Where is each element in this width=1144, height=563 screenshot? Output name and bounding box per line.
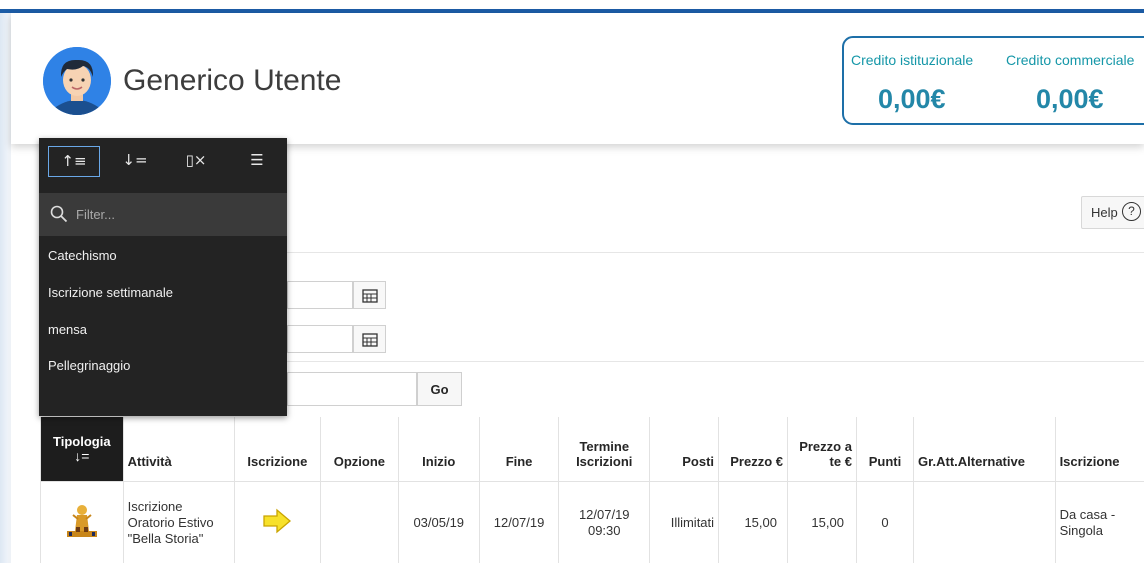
fine-cell: 12/07/19: [478, 481, 559, 563]
help-button-label: Help: [1091, 205, 1118, 220]
credit-istituzionale-label: Credito istituzionale: [851, 52, 974, 68]
column-header-gr-alternative[interactable]: Gr.Att.Alternative: [913, 417, 1056, 482]
page: Generico Utente Credito istituzionale Cr…: [0, 0, 1144, 563]
divider: [287, 361, 1144, 362]
avatar: [43, 47, 111, 115]
menu-filter-input[interactable]: Filter...: [39, 193, 287, 236]
inizio-cell: 03/05/19: [397, 481, 480, 563]
column-header-menu: ↑≡ ↓= ▯× ☰ Filter... Catechismo Iscrizio…: [39, 138, 287, 416]
date-from-calendar-button[interactable]: [353, 281, 386, 309]
left-edge: [0, 13, 11, 563]
sort-descending-icon[interactable]: ↓=: [109, 146, 161, 177]
punti-cell: 0: [855, 481, 914, 563]
menu-item-catechismo[interactable]: Catechismo: [48, 248, 117, 263]
column-header-inizio[interactable]: Inizio: [397, 417, 480, 482]
prezzo-cell: 15,00: [718, 481, 788, 563]
column-header-posti[interactable]: Posti: [649, 417, 719, 482]
credit-box: Credito istituzionale Credito commercial…: [842, 36, 1144, 125]
column-header-opzione[interactable]: Opzione: [319, 417, 399, 482]
prezzo-a-te-cell: 15,00: [787, 481, 857, 563]
credit-istituzionale-value: 0,00€: [878, 84, 946, 114]
date-from-input[interactable]: [287, 281, 353, 309]
go-button[interactable]: Go: [417, 372, 462, 406]
date-to-calendar-button[interactable]: [353, 325, 386, 353]
gr-alternative-cell: [913, 481, 1056, 563]
iscrizione-tipo-cell: Da casa - Singola: [1054, 481, 1144, 563]
arrow-right-icon[interactable]: [262, 508, 292, 534]
opzione-cell: [319, 481, 399, 563]
calendar-icon: [362, 289, 378, 303]
column-header-label: Tipologia: [53, 433, 111, 449]
column-header-punti[interactable]: Punti: [855, 417, 914, 482]
table-header-row: Tipologia ↓= Attività Iscrizione Opzione…: [40, 417, 1144, 482]
menu-item-pellegrinaggio[interactable]: Pellegrinaggio: [48, 358, 130, 373]
top-strip: [0, 0, 1144, 9]
sort-descending-icon: ↓=: [74, 447, 90, 464]
control-break-icon[interactable]: ☰: [231, 146, 283, 177]
date-to-input[interactable]: [287, 325, 353, 353]
search-input[interactable]: [287, 372, 417, 406]
column-header-iscrizione[interactable]: Iscrizione: [233, 417, 321, 482]
table-row: Iscrizione Oratorio Estivo "Bella Storia…: [40, 481, 1144, 563]
question-circle-icon: ?: [1122, 202, 1141, 221]
oratorio-icon: [66, 504, 97, 537]
column-header-termine[interactable]: Termine Iscrizioni: [558, 417, 650, 482]
hide-column-icon[interactable]: ▯×: [170, 146, 222, 177]
posti-cell: Illimitati: [649, 481, 719, 563]
activities-table: Tipologia ↓= Attività Iscrizione Opzione…: [40, 417, 1144, 563]
menu-item-iscrizione-settimanale[interactable]: Iscrizione settimanale: [48, 285, 173, 300]
filter-placeholder: Filter...: [76, 207, 116, 222]
search-icon: [50, 205, 68, 223]
column-header-attivita[interactable]: Attività: [122, 417, 235, 482]
termine-cell: 12/07/19 09:30: [558, 481, 650, 563]
credit-commerciale-label: Credito commerciale: [1006, 52, 1135, 68]
user-avatar-icon: [43, 47, 111, 115]
column-header-tipologia[interactable]: Tipologia ↓=: [40, 417, 124, 482]
menu-item-mensa[interactable]: mensa: [48, 322, 87, 337]
iscrizione-cell[interactable]: [233, 481, 321, 563]
column-header-prezzo[interactable]: Prezzo €: [718, 417, 788, 482]
column-header-iscrizione-tipo[interactable]: Iscrizione: [1054, 417, 1144, 482]
column-header-prezzo-a-te[interactable]: Prezzo a te €: [787, 417, 857, 482]
user-name: Generico Utente: [123, 64, 342, 97]
sort-ascending-icon[interactable]: ↑≡: [48, 146, 100, 177]
tipologia-cell: [40, 481, 124, 563]
column-header-fine[interactable]: Fine: [478, 417, 559, 482]
attivita-cell: Iscrizione Oratorio Estivo "Bella Storia…: [122, 481, 235, 563]
menu-toolbar: ↑≡ ↓= ▯× ☰: [39, 138, 287, 190]
help-button[interactable]: Help ?: [1081, 196, 1144, 229]
credit-commerciale-value: 0,00€: [1036, 84, 1104, 114]
calendar-icon: [362, 333, 378, 347]
